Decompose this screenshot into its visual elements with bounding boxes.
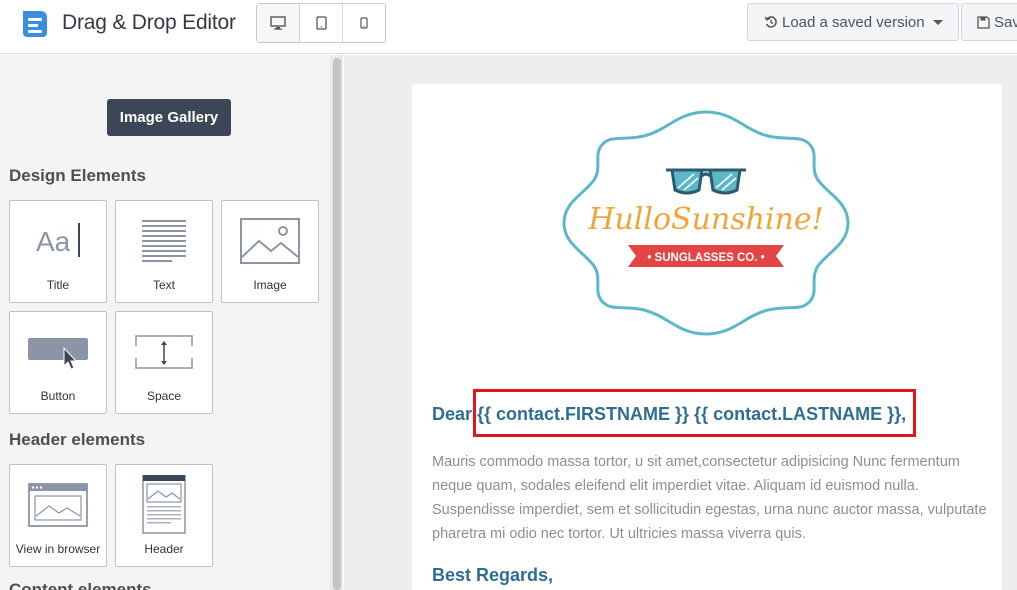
sidebar-scrollbar-thumb[interactable] — [333, 58, 341, 590]
design-item-text[interactable]: Text — [115, 200, 213, 303]
tablet-view-button[interactable] — [300, 4, 343, 42]
header-icon — [142, 475, 186, 534]
merge-tag-highlight-box — [473, 389, 916, 437]
image-gallery-button[interactable]: Image Gallery — [107, 99, 231, 136]
button-icon — [28, 338, 88, 370]
design-item-label: Title — [46, 278, 70, 292]
header-elements-title: Header elements — [9, 430, 146, 449]
greeting-prefix: Dear — [432, 404, 478, 424]
text-icon — [142, 220, 186, 262]
email-body-paragraph[interactable]: Mauris commodo massa tortor, u sit amet,… — [432, 450, 992, 546]
design-item-space[interactable]: Space — [115, 311, 213, 414]
history-icon — [764, 16, 777, 28]
load-saved-version-button[interactable]: Load a saved version — [747, 3, 959, 41]
mobile-view-button[interactable] — [343, 4, 385, 42]
header-item-header[interactable]: Header — [115, 464, 213, 567]
header-item-view-in-browser[interactable]: View in browser — [9, 464, 107, 567]
chevron-down-icon — [932, 19, 943, 25]
design-item-label: Button — [40, 389, 76, 403]
design-item-label: Text — [152, 278, 175, 292]
app-title: Drag & Drop Editor — [62, 11, 236, 34]
header-item-label: View in browser — [15, 542, 101, 556]
header-item-label: Header — [144, 542, 184, 556]
brand-tagline: • SUNGLASSES CO. • — [647, 252, 764, 264]
space-icon — [135, 335, 193, 369]
tablet-icon — [315, 16, 327, 30]
desktop-view-button[interactable] — [257, 4, 300, 42]
design-item-button[interactable]: Button — [9, 311, 107, 414]
title-icon: Aa — [36, 223, 80, 257]
view-in-browser-icon — [28, 483, 88, 527]
design-item-title[interactable]: Aa Title — [9, 200, 107, 303]
app-logo-icon — [23, 11, 47, 37]
load-saved-version-label: Load a saved version — [782, 13, 925, 31]
design-item-label: Image — [253, 278, 287, 292]
svg-text:Aa: Aa — [36, 226, 71, 257]
email-closing[interactable]: Best Regards, — [432, 565, 553, 586]
save-label: Save — [994, 13, 1017, 31]
top-bar: Drag & Drop Editor Load a saved version … — [0, 0, 1017, 54]
hullosunshine-logo[interactable]: HulloSunshine! • SUNGLASSES CO. • — [556, 104, 856, 342]
content-elements-title: Content elements — [9, 580, 152, 590]
design-elements-title: Design Elements — [9, 166, 146, 185]
floppy-disk-icon — [977, 15, 990, 29]
image-icon — [240, 218, 300, 264]
design-item-image[interactable]: Image — [221, 200, 319, 303]
desktop-icon — [270, 16, 286, 30]
device-mode-toggle — [256, 3, 386, 43]
save-button[interactable]: Save — [961, 3, 1017, 41]
mobile-icon — [360, 17, 368, 29]
brand-name: HulloSunshine! — [587, 202, 823, 237]
design-item-label: Space — [146, 389, 182, 403]
